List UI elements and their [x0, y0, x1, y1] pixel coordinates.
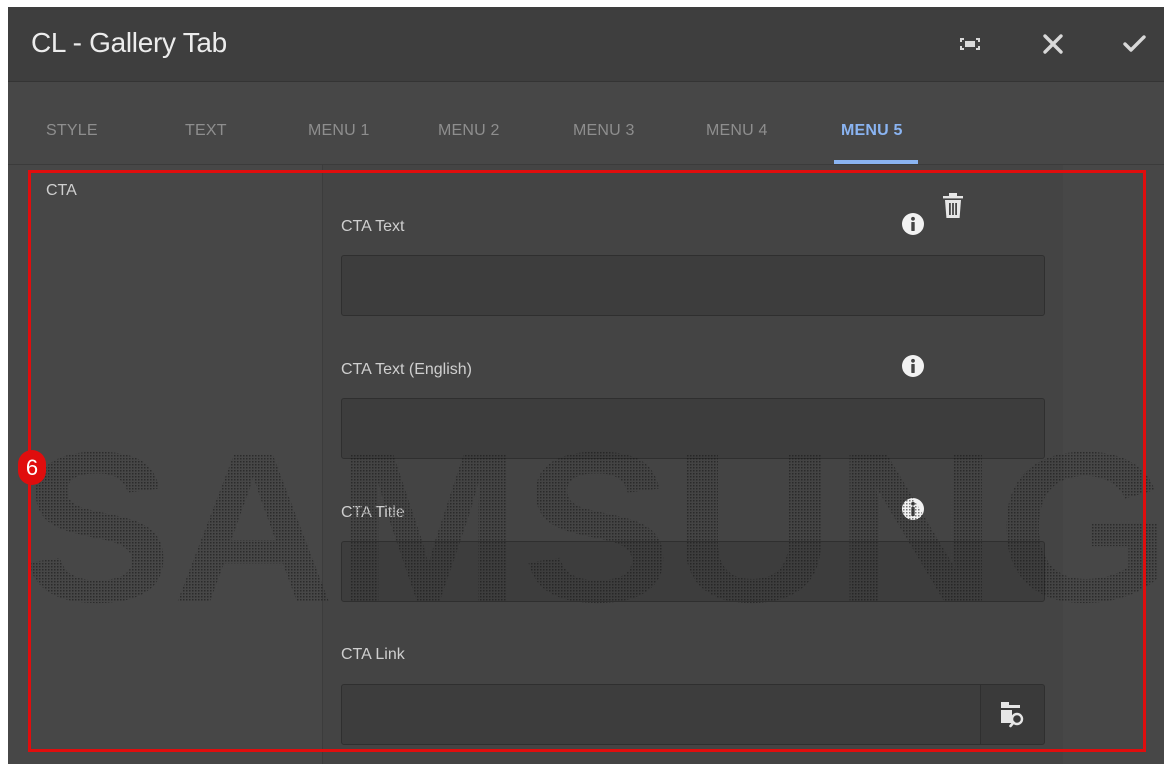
- cta-title-label: CTA Title: [341, 504, 405, 521]
- tab-text[interactable]: TEXT: [185, 122, 227, 140]
- checkmark-icon: [1119, 29, 1149, 59]
- active-tab-indicator: [834, 160, 918, 164]
- cta-link-input[interactable]: [341, 684, 981, 745]
- info-icon[interactable]: [901, 497, 925, 521]
- cta-text-label: CTA Text: [341, 218, 405, 235]
- cta-text-english-label: CTA Text (English): [341, 361, 473, 378]
- close-icon: [1038, 29, 1068, 59]
- info-icon[interactable]: [901, 212, 925, 236]
- fullscreen-icon: [955, 29, 985, 59]
- tab-menu-5[interactable]: MENU 5: [841, 122, 903, 140]
- tab-menu-2[interactable]: MENU 2: [438, 122, 500, 140]
- cta-form: CTA Text CTA Text (English) CTA Title CT…: [322, 165, 1064, 764]
- trash-icon[interactable]: [942, 193, 964, 219]
- cta-link-label: CTA Link: [341, 646, 405, 663]
- cta-text-input[interactable]: [341, 255, 1045, 316]
- confirm-button[interactable]: [1119, 29, 1149, 59]
- tab-menu-3[interactable]: MENU 3: [573, 122, 635, 140]
- annotation-badge: 6: [18, 450, 46, 485]
- tab-content: CTA CTA Text CTA Text (English) CTA Titl…: [8, 165, 1164, 764]
- fullscreen-button[interactable]: [955, 29, 985, 59]
- tab-menu-1[interactable]: MENU 1: [308, 122, 370, 140]
- dialog-header: CL - Gallery Tab: [8, 7, 1164, 82]
- close-button[interactable]: [1038, 29, 1068, 59]
- info-icon[interactable]: [901, 354, 925, 378]
- cta-title-input[interactable]: [341, 541, 1045, 602]
- cta-text-english-input[interactable]: [341, 398, 1045, 459]
- tab-style[interactable]: STYLE: [46, 122, 98, 140]
- section-label: CTA: [46, 182, 77, 199]
- right-gutter: [1063, 165, 1164, 764]
- browse-link-button[interactable]: [981, 684, 1045, 745]
- dialog-title: CL - Gallery Tab: [31, 27, 227, 58]
- tab-bar: STYLE TEXT MENU 1 MENU 2 MENU 3 MENU 4 M…: [8, 82, 1164, 165]
- dialog: CL - Gallery Tab STYLE TEXT MENU 1 MENU …: [8, 7, 1164, 764]
- section-column: CTA: [8, 165, 322, 764]
- tab-menu-4[interactable]: MENU 4: [706, 122, 768, 140]
